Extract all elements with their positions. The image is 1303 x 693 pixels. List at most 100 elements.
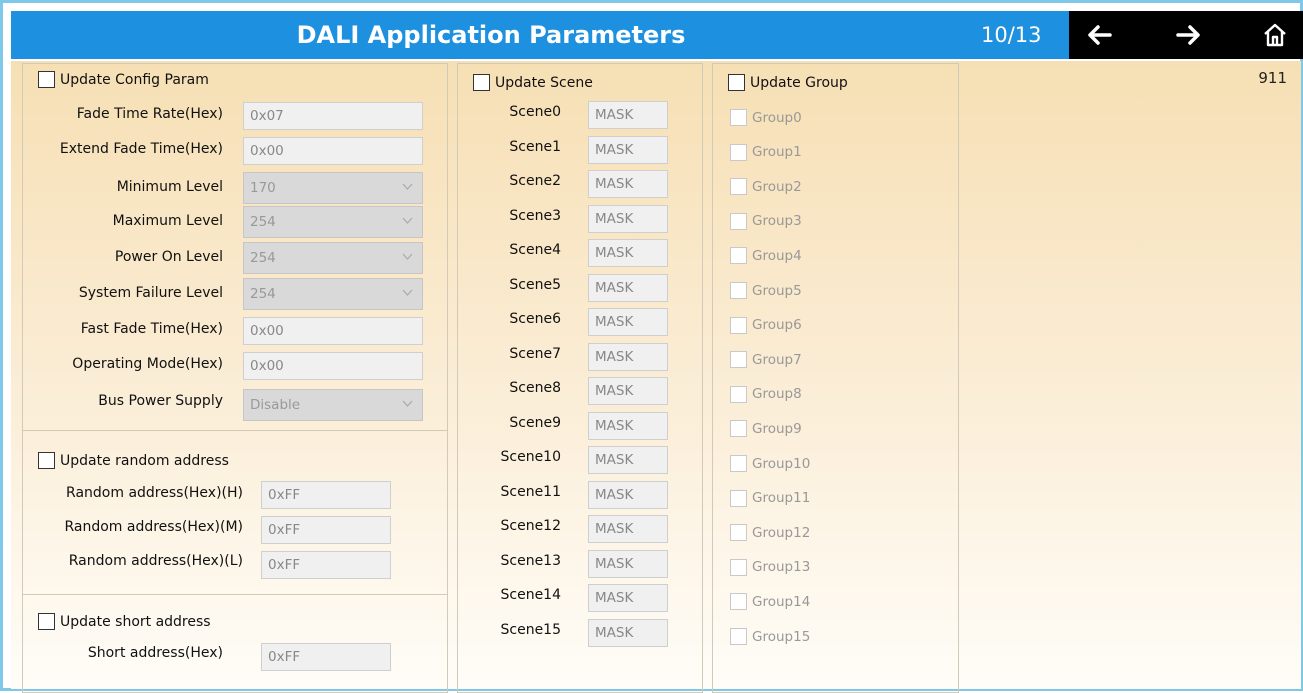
update-scene-checkbox[interactable]: Update Scene <box>473 74 593 91</box>
scene-value-field[interactable]: MASK <box>588 411 668 440</box>
group-checkbox[interactable]: Group15 <box>730 628 810 645</box>
scene-label: Scene11 <box>500 483 562 500</box>
scene-value-field[interactable]: MASK <box>588 342 668 371</box>
group-checkbox[interactable]: Group8 <box>730 385 802 403</box>
system-failure-level-select[interactable]: 254 <box>243 278 423 310</box>
checkbox-box[interactable] <box>38 452 55 469</box>
config-field-label: Extend Fade Time(Hex) <box>59 141 223 157</box>
checkbox-label: Update Scene <box>495 74 593 91</box>
chevron-down-icon <box>402 400 413 407</box>
group-checkbox[interactable]: Group10 <box>730 455 810 472</box>
scene-value-field[interactable]: MASK <box>588 308 668 336</box>
fade-time-rate-field[interactable]: 0x07 <box>243 102 423 130</box>
scene-value-field[interactable]: MASK <box>588 239 668 267</box>
checkbox-box[interactable] <box>38 71 55 88</box>
config-field-label: Operating Mode(Hex) <box>72 356 223 372</box>
scene-value-field[interactable]: MASK <box>588 377 668 405</box>
chevron-down-icon <box>402 289 413 296</box>
update-short-address-checkbox[interactable]: Update short address <box>38 613 211 630</box>
group-checkbox[interactable]: Group6 <box>730 316 802 334</box>
checkbox-box[interactable] <box>730 593 747 611</box>
checkbox-box[interactable] <box>730 143 747 161</box>
group-label: Group1 <box>752 144 802 161</box>
group-checkbox[interactable]: Group14 <box>730 593 810 611</box>
random-address-l-field[interactable]: 0xFF <box>261 551 391 579</box>
group-checkbox[interactable]: Group2 <box>730 178 802 196</box>
group-checkbox[interactable]: Group5 <box>730 282 802 299</box>
update-config-param-checkbox[interactable]: Update Config Param <box>38 71 209 88</box>
group-label: Group5 <box>752 282 802 299</box>
scene-value-field[interactable]: MASK <box>588 515 668 543</box>
scene-value-field[interactable]: MASK <box>588 273 668 302</box>
checkbox-label: Update random address <box>60 452 229 469</box>
nav-bar <box>1069 11 1303 59</box>
checkbox-box[interactable] <box>730 385 747 403</box>
checkbox-label: Update short address <box>60 613 211 630</box>
maximum-level-select[interactable]: 254 <box>243 206 423 238</box>
checkbox-box[interactable] <box>473 74 490 91</box>
checkbox-box[interactable] <box>730 109 747 126</box>
group-label: Group7 <box>752 351 802 368</box>
scene-value-field[interactable]: MASK <box>588 549 668 578</box>
checkbox-box[interactable] <box>730 351 747 369</box>
scene-value-field[interactable]: MASK <box>588 618 668 647</box>
group-checkbox[interactable]: Group13 <box>730 558 810 576</box>
scene-label: Scene2 <box>509 173 561 189</box>
update-random-address-checkbox[interactable]: Update random address <box>38 452 229 469</box>
checkbox-box[interactable] <box>730 316 747 334</box>
group-label: Group0 <box>752 109 802 126</box>
select-value: 170 <box>250 180 276 196</box>
next-page-button[interactable] <box>1159 11 1219 59</box>
random-address-label: Random address(Hex)(L) <box>68 553 243 569</box>
divider <box>23 430 447 431</box>
scene-value-field[interactable]: MASK <box>588 170 668 198</box>
group-checkbox[interactable]: Group12 <box>730 524 810 542</box>
group-label: Group3 <box>752 213 802 230</box>
scene-value-field[interactable]: MASK <box>588 446 668 474</box>
random-address-m-field[interactable]: 0xFF <box>261 516 391 544</box>
fast-fade-time-field[interactable]: 0x00 <box>243 317 423 345</box>
group-checkbox[interactable]: Group4 <box>730 247 802 265</box>
arrow-right-icon <box>1176 25 1200 45</box>
config-field-label: Fast Fade Time(Hex) <box>80 321 223 337</box>
home-button[interactable] <box>1245 11 1303 59</box>
random-address-h-field[interactable]: 0xFF <box>261 481 391 509</box>
scene-value-field[interactable]: MASK <box>588 480 668 509</box>
checkbox-box[interactable] <box>730 489 747 507</box>
scene-label: Scene0 <box>509 104 561 120</box>
checkbox-box[interactable] <box>38 613 55 630</box>
scene-value-field[interactable]: MASK <box>588 584 668 612</box>
operating-mode-field[interactable]: 0x00 <box>243 352 423 380</box>
group-label: Group8 <box>752 386 802 403</box>
checkbox-box[interactable] <box>730 628 747 645</box>
group-label: Group15 <box>752 628 811 645</box>
checkbox-box[interactable] <box>730 558 747 576</box>
chevron-down-icon <box>402 253 413 260</box>
extend-fade-time-field[interactable]: 0x00 <box>243 137 423 165</box>
checkbox-box[interactable] <box>730 455 747 472</box>
minimum-level-select[interactable]: 170 <box>243 172 423 204</box>
group-checkbox[interactable]: Group7 <box>730 351 802 369</box>
bus-power-supply-select[interactable]: Disable <box>243 389 423 421</box>
group-checkbox[interactable]: Group1 <box>730 143 802 161</box>
checkbox-box[interactable] <box>730 524 747 542</box>
group-label: Group4 <box>752 247 802 264</box>
short-address-field[interactable]: 0xFF <box>261 643 391 671</box>
group-checkbox[interactable]: Group9 <box>730 420 802 438</box>
power-on-level-select[interactable]: 254 <box>243 242 423 274</box>
checkbox-box[interactable] <box>730 420 747 438</box>
group-checkbox[interactable]: Group0 <box>730 109 802 126</box>
scene-value-field[interactable]: MASK <box>588 204 668 233</box>
group-checkbox[interactable]: Group3 <box>730 212 802 230</box>
arrow-left-icon <box>1088 25 1112 45</box>
group-checkbox[interactable]: Group11 <box>730 489 810 507</box>
update-group-checkbox[interactable]: Update Group <box>728 74 848 91</box>
scene-value-field[interactable]: MASK <box>588 101 668 129</box>
checkbox-box[interactable] <box>730 247 747 265</box>
checkbox-box[interactable] <box>730 178 747 196</box>
scene-value-field[interactable]: MASK <box>588 135 668 164</box>
checkbox-box[interactable] <box>730 282 747 299</box>
previous-page-button[interactable] <box>1069 11 1129 59</box>
checkbox-box[interactable] <box>730 212 747 230</box>
checkbox-box[interactable] <box>728 74 745 91</box>
